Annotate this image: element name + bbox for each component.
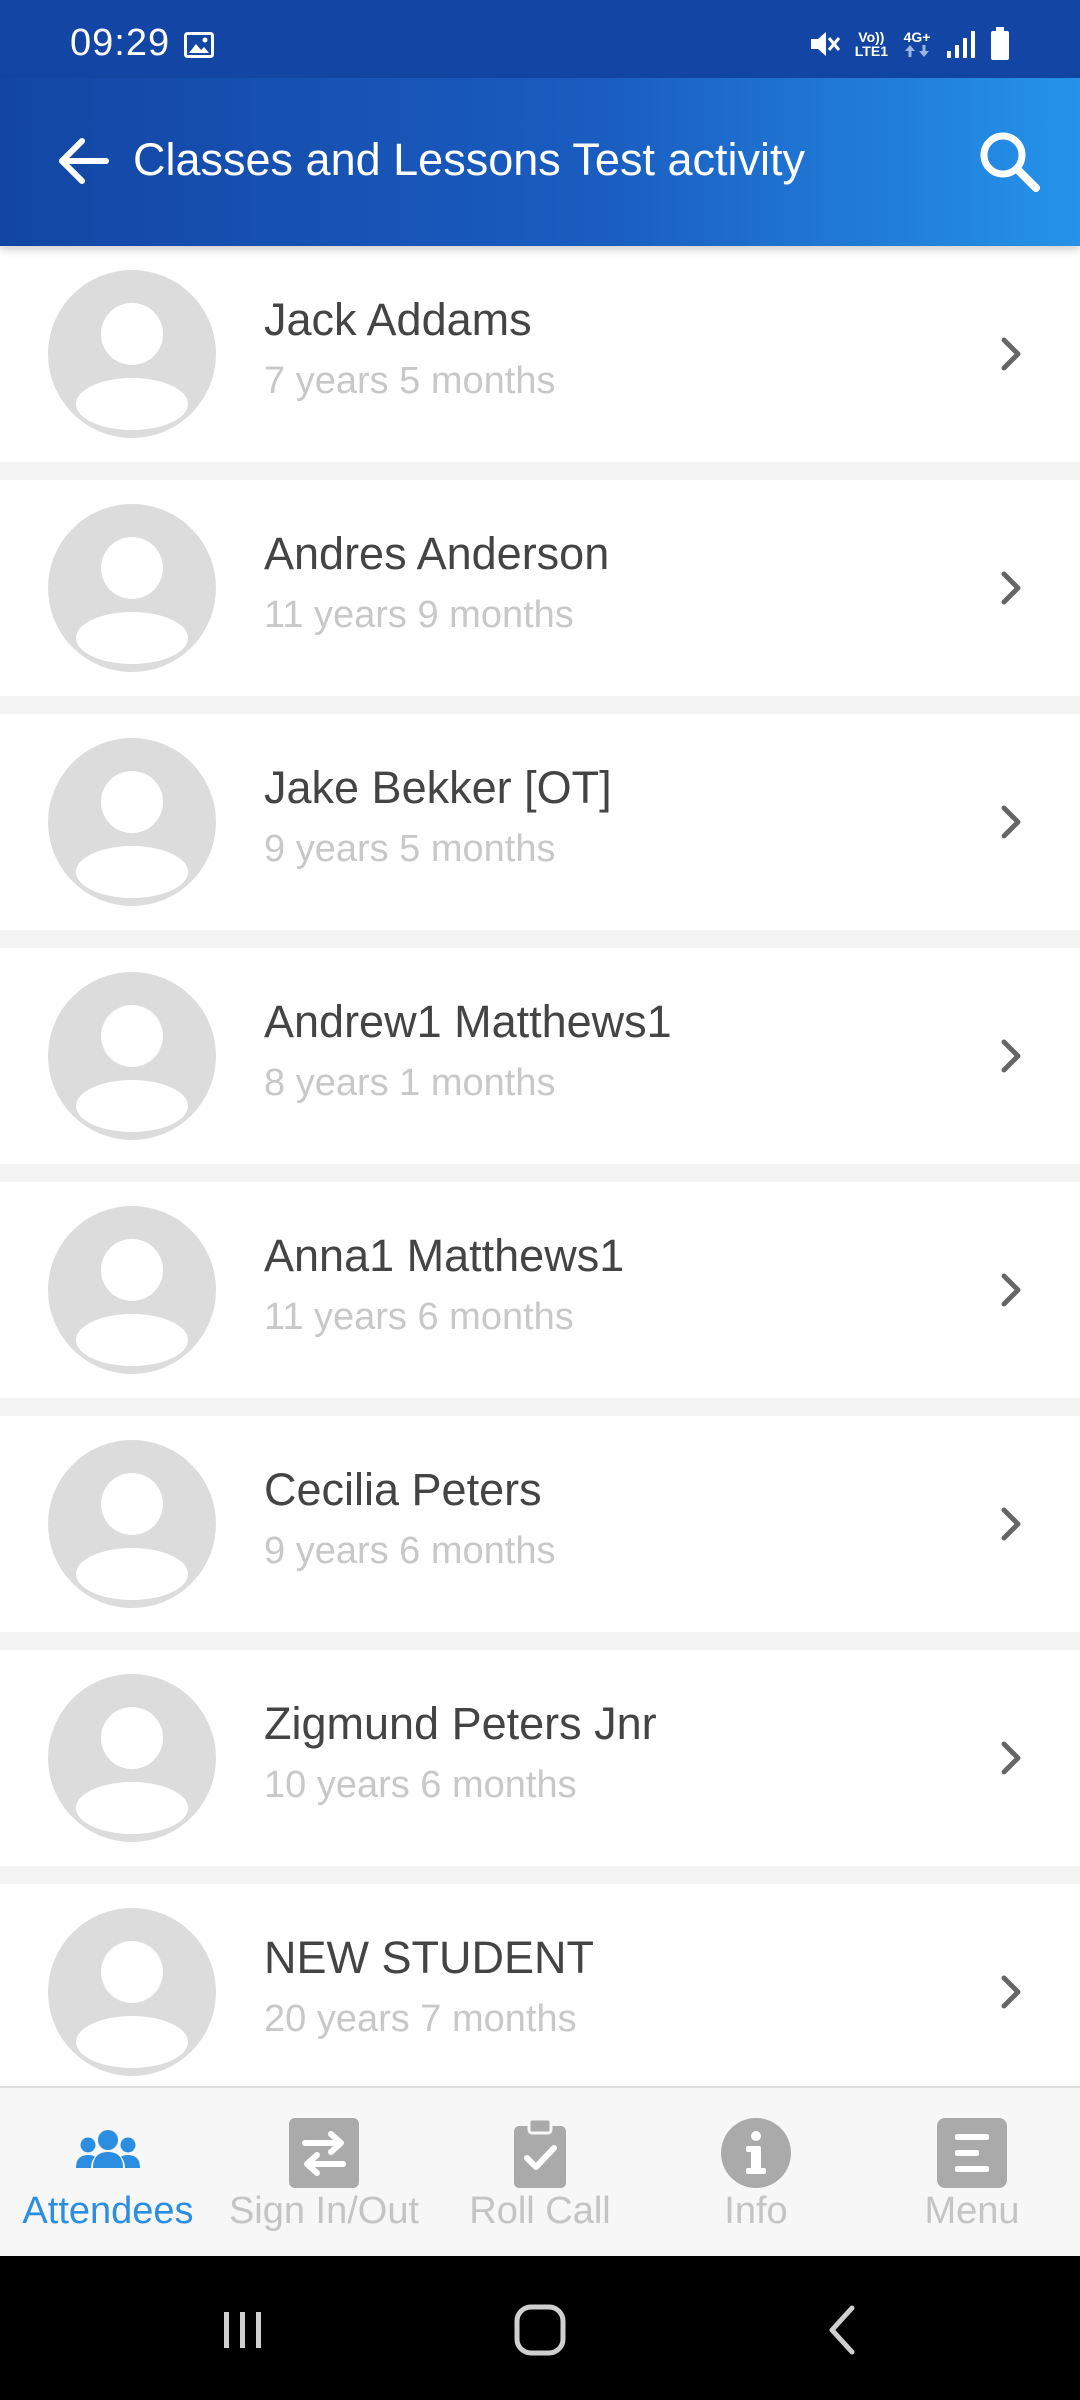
chevron-right-icon: [1001, 337, 1021, 371]
chevron-right-icon: [1001, 1741, 1021, 1775]
list-item[interactable]: NEW STUDENT 20 years 7 months: [0, 1884, 1080, 2086]
chevron-right-icon: [1001, 571, 1021, 605]
bottom-nav: Attendees Sign In/Out Roll Call Info Men…: [0, 2086, 1080, 2258]
app-bar: Classes and Lessons Test activity: [0, 78, 1080, 246]
swap-arrows-icon: [289, 2118, 359, 2188]
student-name: Jack Addams: [264, 294, 532, 345]
search-icon[interactable]: [974, 126, 1044, 196]
tab-label: Sign In/Out: [228, 2190, 420, 2232]
recent-apps-icon[interactable]: [210, 2298, 274, 2362]
chevron-right-icon: [1001, 1975, 1021, 2009]
tab-attendees[interactable]: Attendees: [0, 2088, 216, 2258]
list-item[interactable]: Andres Anderson 11 years 9 months: [0, 480, 1080, 696]
avatar: [48, 504, 216, 672]
info-icon: [721, 2118, 791, 2188]
avatar: [48, 1674, 216, 1842]
student-age: 9 years 6 months: [264, 1530, 556, 1572]
student-name: Andres Anderson: [264, 528, 610, 579]
student-name: NEW STUDENT: [264, 1932, 594, 1983]
student-age: 20 years 7 months: [264, 1998, 577, 2040]
battery-icon: [991, 27, 1009, 60]
tab-label: Info: [724, 2190, 788, 2232]
student-age: 10 years 6 months: [264, 1764, 577, 1806]
gallery-notification-icon: [184, 32, 214, 58]
menu-icon: [937, 2118, 1007, 2188]
attendees-list: Jack Addams 7 years 5 months Andres Ande…: [0, 246, 1080, 2086]
arrow-left-icon[interactable]: [50, 128, 116, 194]
student-age: 11 years 9 months: [264, 594, 574, 636]
tab-menu[interactable]: Menu: [864, 2088, 1080, 2258]
volte-indicator: Vo)) LTE1: [854, 29, 888, 59]
page-title: Classes and Lessons Test activity: [133, 134, 805, 185]
avatar: [48, 738, 216, 906]
tab-info[interactable]: Info: [648, 2088, 864, 2258]
chevron-right-icon: [1001, 1273, 1021, 1307]
student-name: Zigmund Peters Jnr: [264, 1698, 657, 1749]
clipboard-check-icon: [514, 2117, 566, 2188]
chevron-right-icon: [1001, 805, 1021, 839]
tab-roll-call[interactable]: Roll Call: [432, 2088, 648, 2258]
list-item[interactable]: Jack Addams 7 years 5 months: [0, 246, 1080, 462]
avatar: [48, 1908, 216, 2076]
system-nav-bar: [0, 2256, 1080, 2400]
tab-label: Roll Call: [469, 2190, 611, 2232]
status-time: 09:29: [70, 22, 171, 64]
list-item[interactable]: Cecilia Peters 9 years 6 months: [0, 1416, 1080, 1632]
screen: 09:29 Vo)) LTE1 4G+ Classes and Lessons …: [0, 0, 1080, 2400]
users-icon: [76, 2130, 140, 2168]
list-item[interactable]: Andrew1 Matthews1 8 years 1 months: [0, 948, 1080, 1164]
tab-label: Menu: [924, 2190, 1020, 2232]
list-item[interactable]: Zigmund Peters Jnr 10 years 6 months: [0, 1650, 1080, 1866]
avatar: [48, 1206, 216, 1374]
student-age: 7 years 5 months: [264, 360, 556, 402]
network-indicator: 4G+: [902, 30, 932, 58]
student-age: 11 years 6 months: [264, 1296, 574, 1338]
chevron-right-icon: [1001, 1039, 1021, 1073]
list-item[interactable]: Anna1 Matthews1 11 years 6 months: [0, 1182, 1080, 1398]
avatar: [48, 972, 216, 1140]
status-icons: Vo)) LTE1 4G+: [807, 24, 1010, 64]
avatar: [48, 1440, 216, 1608]
mute-icon: [810, 32, 840, 56]
student-age: 8 years 1 months: [264, 1062, 556, 1104]
tab-label: Attendees: [22, 2190, 194, 2232]
student-age: 9 years 5 months: [264, 828, 556, 870]
avatar: [48, 270, 216, 438]
student-name: Jake Bekker [OT]: [264, 762, 612, 813]
data-arrows-icon: [905, 45, 929, 57]
student-name: Anna1 Matthews1: [264, 1230, 625, 1281]
signal-icon: [947, 31, 975, 58]
back-icon[interactable]: [812, 2298, 876, 2362]
status-bar: 09:29 Vo)) LTE1 4G+: [0, 0, 1080, 78]
tab-sign-in-out[interactable]: Sign In/Out: [216, 2088, 432, 2258]
student-name: Cecilia Peters: [264, 1464, 542, 1515]
student-name: Andrew1 Matthews1: [264, 996, 672, 1047]
chevron-right-icon: [1001, 1507, 1021, 1541]
list-item[interactable]: Jake Bekker [OT] 9 years 5 months: [0, 714, 1080, 930]
home-icon[interactable]: [508, 2298, 572, 2362]
